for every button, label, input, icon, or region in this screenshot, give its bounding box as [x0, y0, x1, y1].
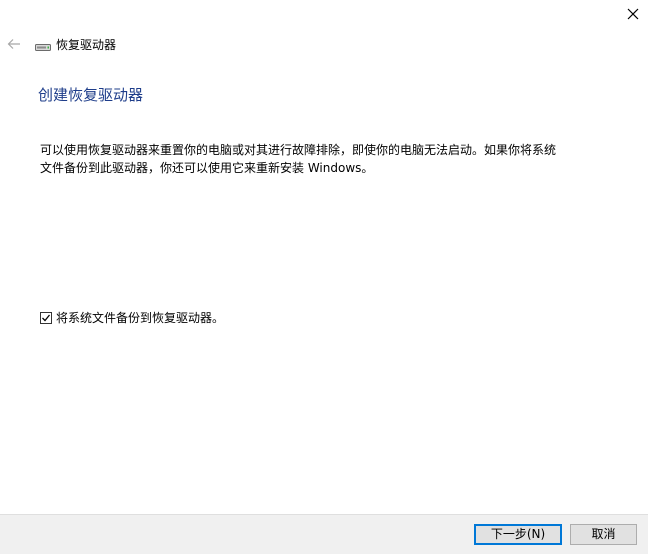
close-button[interactable] [618, 0, 648, 28]
next-button[interactable]: 下一步(N) [474, 524, 562, 545]
back-arrow-icon [7, 39, 20, 49]
description-text: 可以使用恢复驱动器来重置你的电脑或对其进行故障排除，即使你的电脑无法启动。如果你… [40, 143, 557, 175]
drive-icon [35, 44, 51, 51]
checkbox-label: 将系统文件备份到恢复驱动器。 [56, 311, 225, 325]
backup-system-files-checkbox[interactable]: 将系统文件备份到恢复驱动器。 [40, 310, 224, 326]
footer-bar: 下一步(N) 取消 [0, 514, 648, 554]
checkmark-icon [42, 314, 51, 322]
window-title: 恢复驱动器 [56, 38, 117, 52]
cancel-button[interactable]: 取消 [570, 524, 637, 545]
page-heading: 创建恢复驱动器 [38, 86, 144, 104]
close-icon [627, 8, 639, 20]
back-button[interactable] [4, 34, 24, 54]
checkbox-box[interactable] [40, 312, 52, 324]
